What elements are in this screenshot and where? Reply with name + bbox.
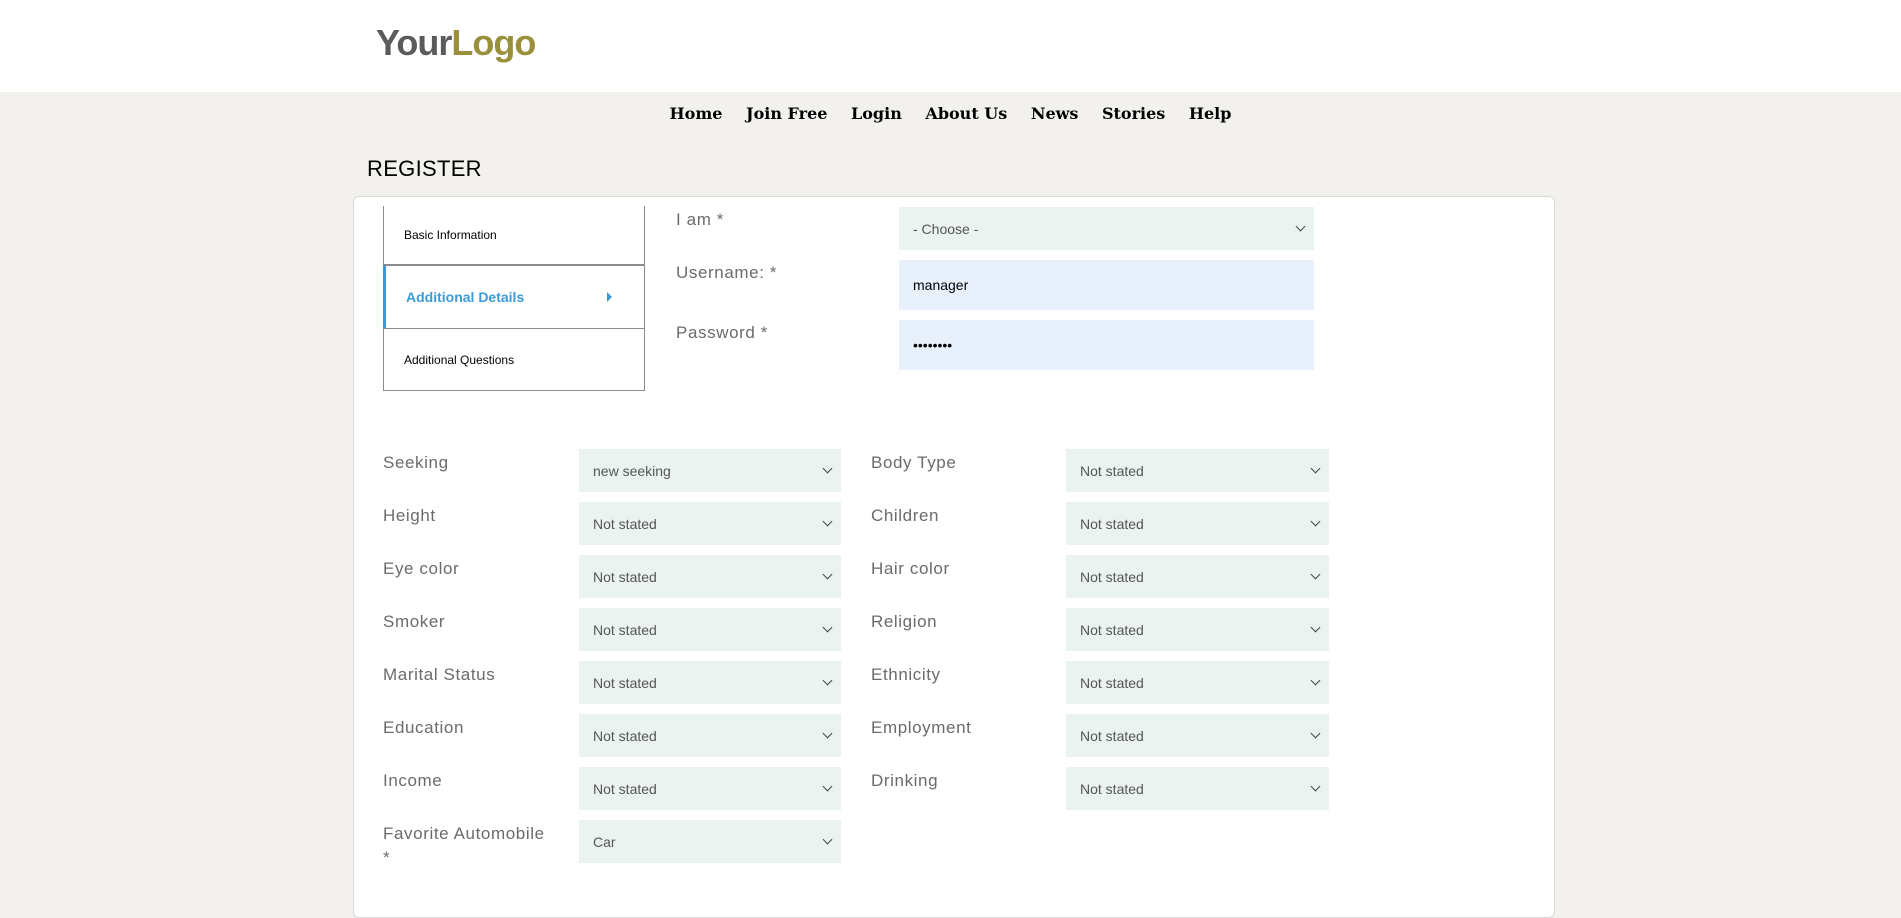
- chevron-down-icon: [822, 622, 833, 633]
- iam-label: I am *: [676, 210, 725, 229]
- iam-select[interactable]: - Choose -: [899, 207, 1314, 250]
- smoker-value: Not stated: [593, 621, 657, 638]
- username-value: manager: [913, 277, 969, 293]
- ethnicity-label: Ethnicity: [871, 665, 941, 684]
- nav-login[interactable]: Login: [851, 104, 902, 123]
- employment-value: Not stated: [1080, 727, 1144, 744]
- username-label: Username: *: [676, 263, 778, 282]
- nav-about-us[interactable]: About Us: [925, 104, 1007, 123]
- chevron-down-icon: [1310, 728, 1321, 739]
- chevron-down-icon: [1310, 463, 1321, 474]
- hair-color-select[interactable]: Not stated: [1066, 555, 1329, 598]
- favorite-automobile-label: Favorite Automobile: [383, 824, 545, 843]
- religion-label: Religion: [871, 612, 938, 631]
- tab-basic-information[interactable]: Basic Information: [383, 206, 645, 265]
- password-input[interactable]: ••••••••: [899, 320, 1314, 370]
- ethnicity-select[interactable]: Not stated: [1066, 661, 1329, 704]
- children-label: Children: [871, 506, 940, 525]
- smoker-select[interactable]: Not stated: [579, 608, 841, 651]
- chevron-down-icon: [1310, 781, 1321, 792]
- chevron-down-icon: [822, 834, 833, 845]
- nav-join-free[interactable]: Join Free: [746, 104, 827, 123]
- height-select[interactable]: Not stated: [579, 502, 841, 545]
- hair-color-value: Not stated: [1080, 568, 1144, 585]
- chevron-down-icon: [822, 781, 833, 792]
- step-tabs: Basic Information Additional Details Add…: [383, 206, 645, 391]
- chevron-down-icon: [822, 569, 833, 580]
- body-type-value: Not stated: [1080, 462, 1144, 479]
- marital-status-label: Marital Status: [383, 665, 496, 684]
- chevron-down-icon: [1310, 675, 1321, 686]
- employment-select[interactable]: Not stated: [1066, 714, 1329, 757]
- income-select[interactable]: Not stated: [579, 767, 841, 810]
- nav-help[interactable]: Help: [1189, 104, 1232, 123]
- page-title: REGISTER: [367, 156, 482, 181]
- hair-color-label: Hair color: [871, 559, 950, 578]
- income-value: Not stated: [593, 780, 657, 797]
- tab-label: Additional Questions: [404, 352, 515, 367]
- tab-additional-details[interactable]: Additional Details: [383, 265, 645, 329]
- seeking-value: new seeking: [593, 462, 671, 479]
- header-bar: YourLogo: [0, 0, 1901, 92]
- favorite-automobile-select[interactable]: Car: [579, 820, 841, 863]
- ethnicity-value: Not stated: [1080, 674, 1144, 691]
- chevron-down-icon: [1310, 569, 1321, 580]
- chevron-down-icon: [822, 675, 833, 686]
- smoker-label: Smoker: [383, 612, 446, 631]
- nav-home[interactable]: Home: [670, 104, 723, 123]
- marital-status-value: Not stated: [593, 674, 657, 691]
- password-label: Password *: [676, 323, 768, 342]
- children-select[interactable]: Not stated: [1066, 502, 1329, 545]
- drinking-value: Not stated: [1080, 780, 1144, 797]
- eye-color-value: Not stated: [593, 568, 657, 585]
- drinking-select[interactable]: Not stated: [1066, 767, 1329, 810]
- nav-stories[interactable]: Stories: [1102, 104, 1165, 123]
- body-type-label: Body Type: [871, 453, 957, 472]
- chevron-down-icon: [822, 728, 833, 739]
- religion-select[interactable]: Not stated: [1066, 608, 1329, 651]
- logo-part-2: Logo: [451, 22, 536, 63]
- seeking-select[interactable]: new seeking: [579, 449, 841, 492]
- education-select[interactable]: Not stated: [579, 714, 841, 757]
- income-label: Income: [383, 771, 443, 790]
- chevron-down-icon: [822, 516, 833, 527]
- height-value: Not stated: [593, 515, 657, 532]
- username-input[interactable]: manager: [899, 260, 1314, 310]
- logo-part-1: Your: [376, 22, 452, 63]
- height-label: Height: [383, 506, 436, 525]
- education-value: Not stated: [593, 727, 657, 744]
- education-label: Education: [383, 718, 465, 737]
- nav-news[interactable]: News: [1031, 104, 1079, 123]
- chevron-down-icon: [1310, 516, 1321, 527]
- body-type-select[interactable]: Not stated: [1066, 449, 1329, 492]
- eye-color-select[interactable]: Not stated: [579, 555, 841, 598]
- tab-label: Basic Information: [404, 228, 497, 242]
- site-logo[interactable]: YourLogo: [376, 22, 536, 64]
- marital-status-select[interactable]: Not stated: [579, 661, 841, 704]
- iam-value: - Choose -: [913, 220, 979, 237]
- religion-value: Not stated: [1080, 621, 1144, 638]
- seeking-label: Seeking: [383, 453, 449, 472]
- required-mark: *: [383, 848, 391, 867]
- eye-color-label: Eye color: [383, 559, 460, 578]
- tab-additional-questions[interactable]: Additional Questions: [383, 329, 645, 391]
- chevron-down-icon: [822, 463, 833, 474]
- drinking-label: Drinking: [871, 771, 939, 790]
- favorite-automobile-value: Car: [593, 833, 616, 850]
- chevron-down-icon: [1310, 622, 1321, 633]
- tab-label: Additional Details: [406, 289, 525, 305]
- password-value: ••••••••: [913, 337, 953, 353]
- caret-right-icon: [607, 292, 612, 302]
- chevron-down-icon: [1295, 221, 1306, 232]
- children-value: Not stated: [1080, 515, 1144, 532]
- main-nav: Home Join Free Login About Us News Stori…: [0, 104, 1901, 123]
- employment-label: Employment: [871, 718, 972, 737]
